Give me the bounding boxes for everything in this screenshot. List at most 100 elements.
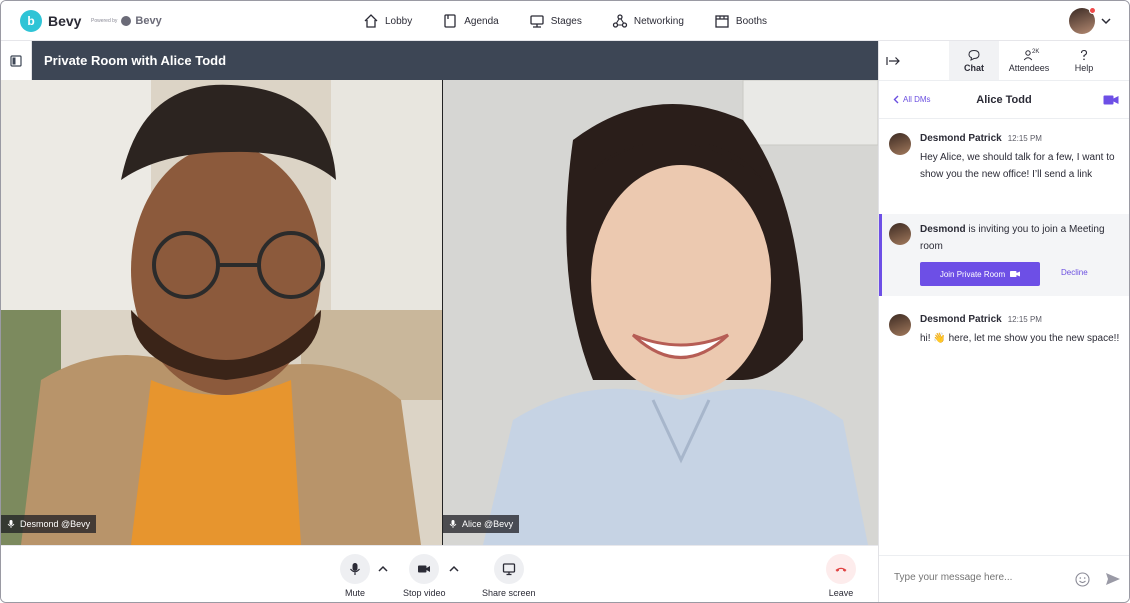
nav-booths-label: Booths xyxy=(735,15,768,27)
notification-dot xyxy=(1089,7,1096,14)
author-avatar xyxy=(889,223,911,245)
invite-author: Desmond xyxy=(920,224,966,235)
video-camera-icon xyxy=(418,565,431,573)
nav-booths[interactable]: Booths xyxy=(714,13,767,29)
video-tile-desmond[interactable]: Desmond @Bevy xyxy=(1,80,442,545)
microphone-icon xyxy=(350,563,360,575)
mic-icon xyxy=(7,520,15,528)
share-screen-control[interactable]: Share screen xyxy=(482,554,536,598)
leave-control[interactable]: Leave xyxy=(826,554,856,598)
tab-attendees-label: Attendees xyxy=(1008,62,1050,73)
chat-bubble-icon xyxy=(968,49,980,61)
participant-name: Desmond @Bevy xyxy=(20,519,91,529)
question-mark-icon xyxy=(1080,49,1088,60)
powered-by: Powered by Bevy xyxy=(91,15,162,27)
video-options-chevron-icon[interactable] xyxy=(449,564,459,574)
stage-icon xyxy=(530,15,544,28)
tab-chat[interactable]: Chat xyxy=(949,41,999,80)
attendees-count-badge: 2K xyxy=(1032,49,1040,55)
message-time: 12:15 PM xyxy=(1007,315,1042,324)
panel-toggle[interactable] xyxy=(1,41,32,80)
bevy-logo-icon: b xyxy=(20,10,42,32)
sidebar-tabs: Chat 2K Attendees Help xyxy=(879,41,1129,81)
author-avatar xyxy=(889,314,911,336)
message-composer xyxy=(879,555,1129,602)
tab-attendees[interactable]: 2K Attendees xyxy=(999,41,1059,80)
nav-stages[interactable]: Stages xyxy=(529,13,582,29)
user-menu[interactable] xyxy=(1069,7,1111,34)
video-tile-alice[interactable]: Alice @Bevy xyxy=(443,80,878,545)
participant-video-alice xyxy=(443,80,878,545)
participant-name: Alice @Bevy xyxy=(462,519,514,529)
join-private-room-label: Join Private Room xyxy=(939,269,1006,279)
mic-options-chevron-icon[interactable] xyxy=(378,564,388,574)
chat-sidebar: Chat 2K Attendees Help All DMs Alice Tod… xyxy=(878,41,1129,602)
invite-text: Desmond is inviting you to join a Meetin… xyxy=(920,221,1125,255)
participant-video-desmond xyxy=(1,80,442,545)
emoji-icon[interactable] xyxy=(1075,572,1090,587)
networking-icon xyxy=(612,14,628,28)
message-author: Desmond Patrick xyxy=(920,314,1002,325)
tab-chat-label: Chat xyxy=(964,62,984,73)
app-window: b Bevy Powered by Bevy Lobby Agenda Stag… xyxy=(0,0,1130,603)
mute-control[interactable]: Mute xyxy=(340,554,370,598)
top-nav: b Bevy Powered by Bevy Lobby Agenda Stag… xyxy=(1,1,1129,41)
room-title: Private Room with Alice Todd xyxy=(44,53,227,68)
message-text: hi! 👋 here, let me show you the new spac… xyxy=(920,333,1120,344)
message-author: Desmond Patrick xyxy=(920,133,1002,144)
nav-stages-label: Stages xyxy=(550,15,582,27)
share-screen-label: Share screen xyxy=(482,588,536,598)
home-icon xyxy=(364,14,378,28)
powered-by-logo-icon xyxy=(121,16,132,26)
author-avatar xyxy=(889,133,911,155)
video-grid: Desmond @Bevy Alice @Bevy xyxy=(1,80,878,545)
message-time: 12:15 PM xyxy=(1007,134,1042,143)
room-header: Private Room with Alice Todd xyxy=(1,41,878,80)
meeting-invite: Desmond is inviting you to join a Meetin… xyxy=(879,214,1129,296)
tab-help-label: Help xyxy=(1074,62,1094,73)
video-control[interactable]: Stop video xyxy=(403,554,446,598)
collapse-sidebar-button[interactable] xyxy=(879,41,907,80)
join-private-room-button[interactable]: Join Private Room xyxy=(920,262,1040,286)
user-avatar xyxy=(1069,7,1096,34)
start-video-call-icon[interactable] xyxy=(1103,94,1119,106)
stop-video-button[interactable] xyxy=(409,554,440,584)
brand-name: Bevy xyxy=(48,13,82,29)
message-text: Hey Alice, we should talk for a few, I w… xyxy=(920,152,1115,180)
nav-networking-label: Networking xyxy=(633,15,684,27)
agenda-icon xyxy=(444,14,456,28)
monitor-icon xyxy=(502,563,515,576)
message-input[interactable] xyxy=(894,572,1064,583)
nav-lobby[interactable]: Lobby xyxy=(363,13,412,29)
mute-label: Mute xyxy=(344,588,365,598)
booth-icon xyxy=(715,15,729,28)
nav-networking[interactable]: Networking xyxy=(612,13,684,29)
leave-label: Leave xyxy=(828,588,854,598)
tab-help[interactable]: Help xyxy=(1059,41,1109,80)
hang-up-phone-icon xyxy=(835,567,847,572)
leave-button[interactable] xyxy=(826,554,856,584)
message-header: Desmond Patrick 12:15 PM xyxy=(920,133,1042,144)
message-header: Desmond Patrick 12:15 PM xyxy=(920,314,1042,325)
brand[interactable]: b Bevy xyxy=(20,10,81,32)
mute-button[interactable] xyxy=(340,554,370,584)
decline-button[interactable]: Decline xyxy=(1061,268,1088,277)
share-screen-button[interactable] xyxy=(493,554,524,584)
powered-by-label: Powered by xyxy=(91,18,118,24)
chevron-down-icon xyxy=(1101,18,1111,25)
video-camera-icon xyxy=(1010,271,1021,277)
nav-agenda-label: Agenda xyxy=(464,15,499,27)
participant-name-tag: Alice @Bevy xyxy=(443,515,520,533)
tab-spacer xyxy=(907,41,949,80)
nav-links: Lobby Agenda Stages Networking Booths xyxy=(363,1,797,41)
send-icon[interactable] xyxy=(1105,572,1121,586)
sidebar-panel-icon xyxy=(10,54,22,67)
nav-lobby-label: Lobby xyxy=(385,15,413,27)
dm-header: All DMs Alice Todd xyxy=(879,81,1129,119)
stop-video-label: Stop video xyxy=(403,588,446,598)
call-controls: Mute Stop video Share screen Leave xyxy=(1,545,878,602)
participant-name-tag: Desmond @Bevy xyxy=(1,515,97,533)
nav-agenda[interactable]: Agenda xyxy=(442,13,499,29)
powered-by-name: Bevy xyxy=(135,15,162,27)
mic-icon xyxy=(449,520,457,528)
